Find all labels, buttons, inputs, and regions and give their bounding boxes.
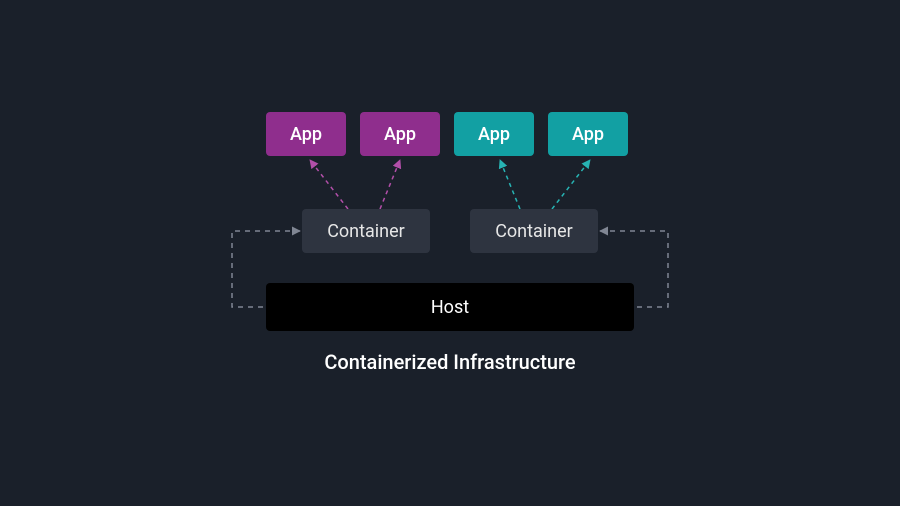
app-label: App bbox=[290, 124, 322, 145]
host-label: Host bbox=[431, 297, 469, 318]
app-box-2: App bbox=[360, 112, 440, 156]
app-box-4: App bbox=[548, 112, 628, 156]
diagram-caption: Containerized Infrastructure bbox=[266, 350, 634, 374]
app-box-3: App bbox=[454, 112, 534, 156]
container-box-left: Container bbox=[302, 209, 430, 253]
app-label: App bbox=[478, 124, 510, 145]
diagram-stage: App App App App Container Container Host… bbox=[0, 0, 900, 506]
container-label: Container bbox=[495, 221, 573, 242]
app-label: App bbox=[384, 124, 416, 145]
app-label: App bbox=[572, 124, 604, 145]
host-box: Host bbox=[266, 283, 634, 331]
container-label: Container bbox=[327, 221, 405, 242]
app-box-1: App bbox=[266, 112, 346, 156]
connector-layer bbox=[0, 0, 900, 506]
container-box-right: Container bbox=[470, 209, 598, 253]
